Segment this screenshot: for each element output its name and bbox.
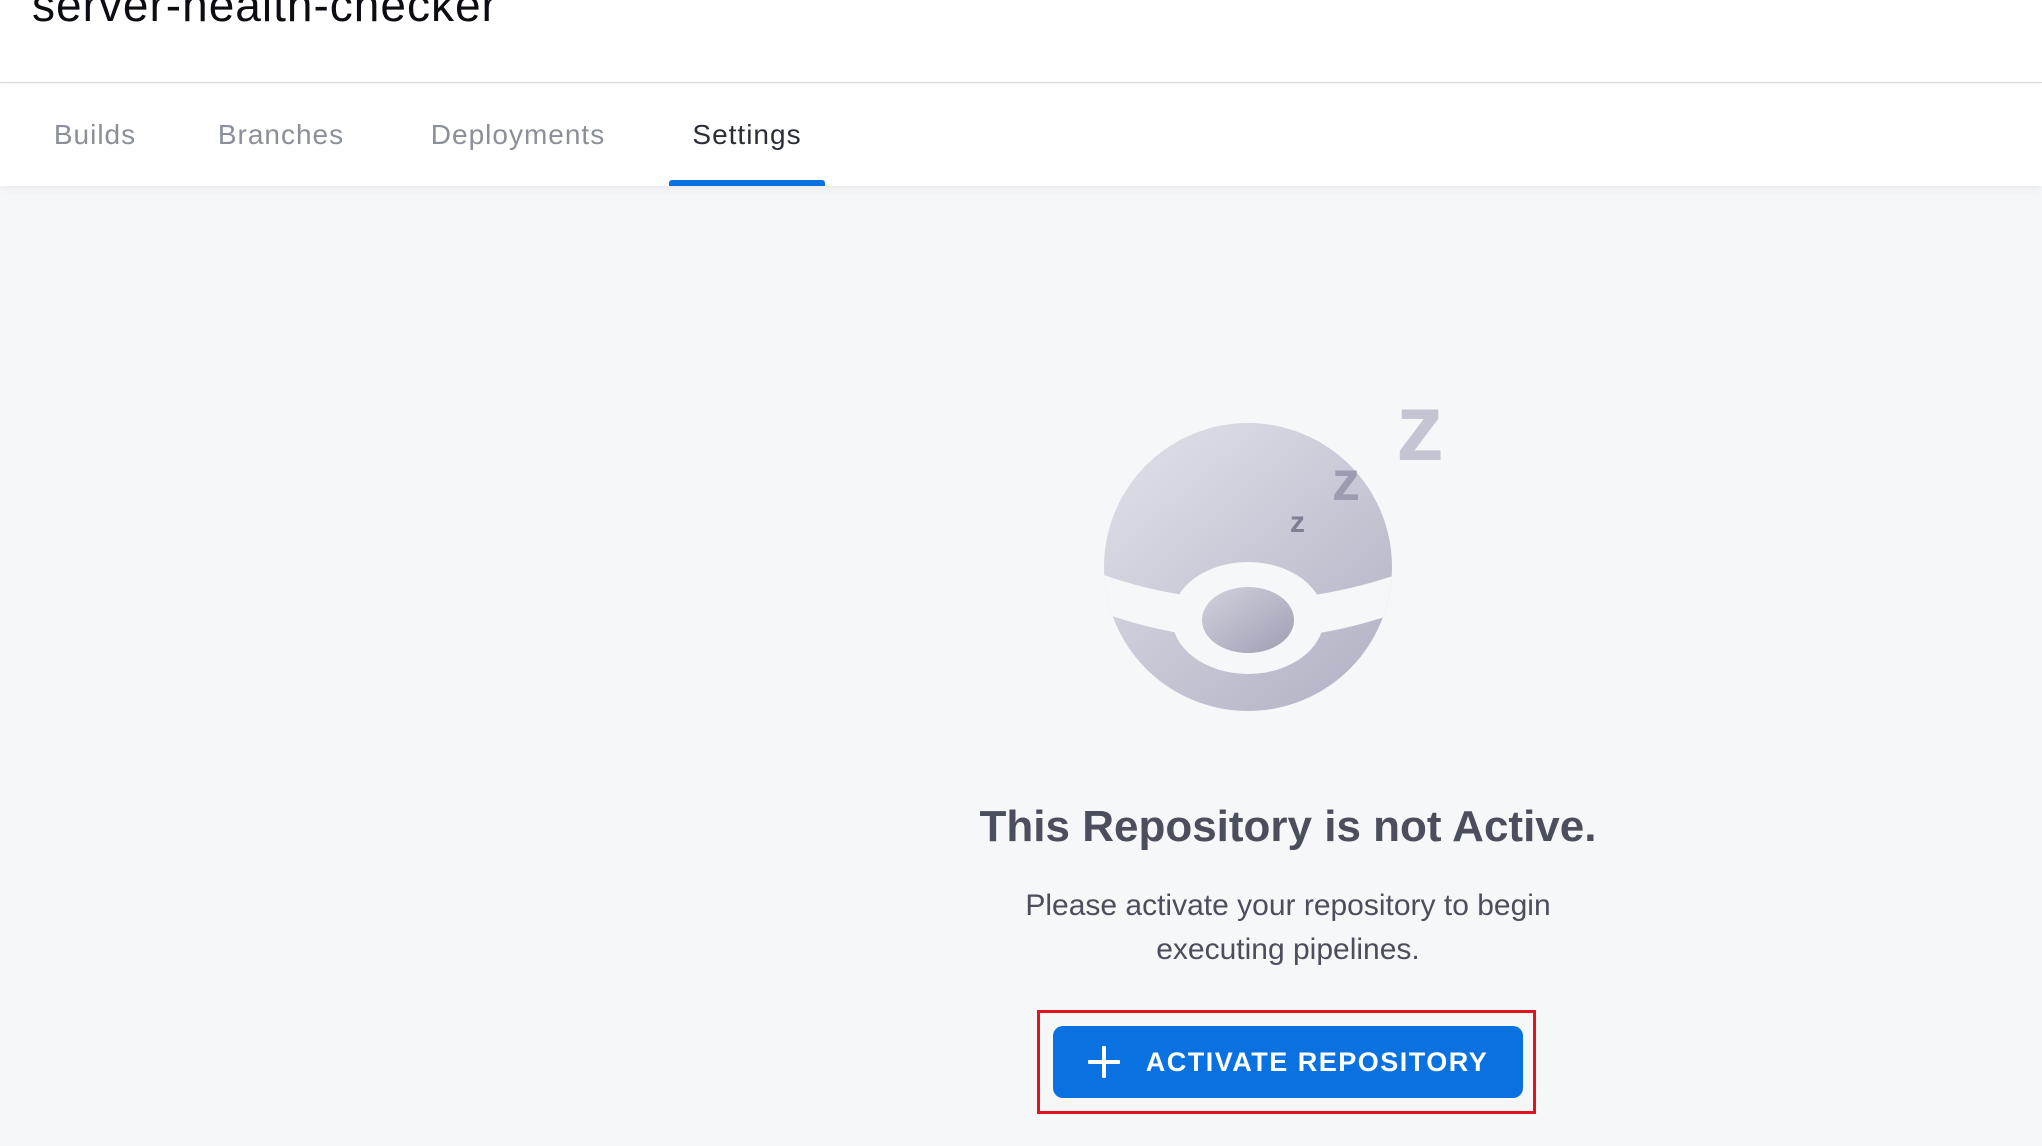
tab-deployments[interactable]: Deployments — [410, 84, 626, 186]
tab-branches[interactable]: Branches — [200, 84, 362, 186]
sleeping-ball-icon: z z z — [1104, 380, 1444, 711]
empty-state-title: This Repository is not Active. — [979, 802, 1597, 851]
app-window: server-health-checker Builds Branches De… — [0, 0, 2042, 1146]
activate-repository-label: ACTIVATE REPOSITORY — [1145, 1046, 1489, 1077]
empty-state-description: Please activate your repository to begin… — [1025, 889, 1551, 966]
svg-text:z: z — [1396, 380, 1444, 481]
tab-bar: Builds Branches Deployments Settings — [0, 84, 2042, 186]
svg-text:z: z — [1332, 449, 1360, 512]
svg-text:z: z — [1290, 506, 1305, 539]
active-tab-indicator — [669, 180, 825, 186]
repo-title: server-health-checker — [32, 0, 498, 31]
activate-repository-button[interactable]: ACTIVATE REPOSITORY — [1053, 1026, 1523, 1098]
plus-icon — [1087, 1046, 1120, 1078]
repo-header: server-health-checker — [0, 0, 2042, 83]
tab-builds[interactable]: Builds — [32, 84, 158, 186]
tab-settings[interactable]: Settings — [669, 84, 825, 186]
